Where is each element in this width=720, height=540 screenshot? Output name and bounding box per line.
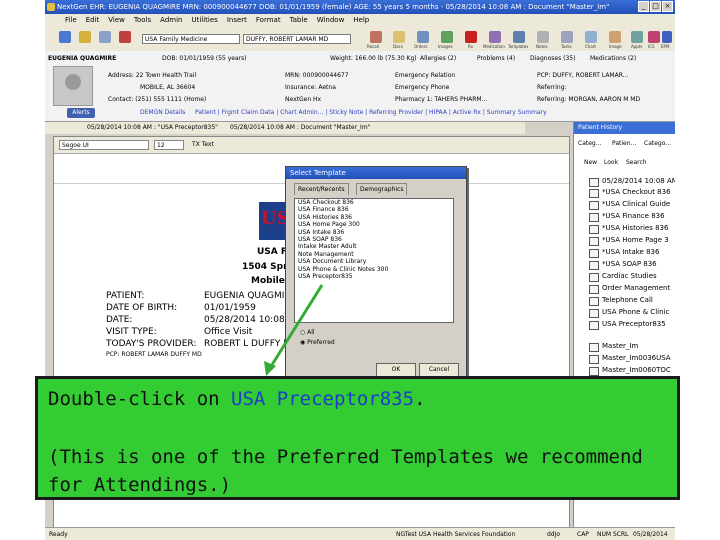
instruction-callout: Double-click on USA Preceptor835. (This …	[35, 376, 680, 500]
callout-line-3: for Attendings.)	[48, 474, 232, 496]
callout-prefix: Double-click on	[48, 388, 232, 410]
arrow-line	[268, 284, 324, 369]
callout-suffix: .	[414, 388, 426, 410]
callout-line-2: (This is one of the Preferred Templates …	[48, 446, 643, 468]
callout-line-1: Double-click on USA Preceptor835.	[48, 388, 426, 410]
callout-highlight: USA Preceptor835	[231, 388, 415, 410]
